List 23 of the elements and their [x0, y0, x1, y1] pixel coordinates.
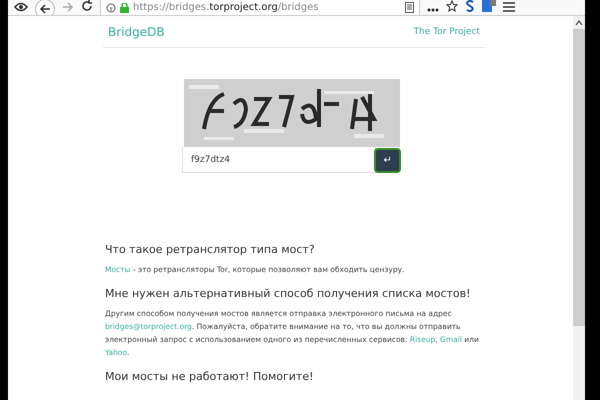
reload-icon[interactable]: [81, 0, 93, 12]
section-heading: Что такое ретранслятор типа мост?: [105, 243, 316, 256]
scrollbar-thumb[interactable]: [573, 29, 585, 326]
nav-link[interactable]: The Tor Project: [414, 26, 480, 36]
section-heading: Мне нужен альтернативный способ получения списка мостов!: [105, 287, 472, 300]
star-icon[interactable]: [446, 0, 458, 12]
url-text: https://bridges.torproject.org/bridges: [133, 2, 318, 13]
submit-button[interactable]: ↵: [374, 148, 401, 172]
section-heading: Мои мосты не работают! Помогите!: [105, 370, 314, 383]
info-icon[interactable]: [106, 2, 116, 12]
extension-icon[interactable]: [482, 0, 496, 12]
scroll-up-icon[interactable]: [575, 20, 583, 26]
back-arrow-icon: [39, 4, 51, 14]
site-logo-link[interactable]: BridgeDB: [108, 24, 165, 38]
back-button[interactable]: [35, 0, 55, 15]
address-bar[interactable]: https://bridges.torproject.org/bridges: [100, 0, 420, 15]
extension-icon[interactable]: [465, 0, 475, 12]
lock-icon: [120, 2, 129, 12]
more-icon[interactable]: [427, 8, 439, 12]
captcha-answer-field[interactable]: f9z7dtz4: [182, 147, 376, 173]
eye-icon[interactable]: [14, 2, 28, 12]
reader-icon[interactable]: [405, 2, 414, 13]
menu-icon[interactable]: [503, 2, 515, 12]
